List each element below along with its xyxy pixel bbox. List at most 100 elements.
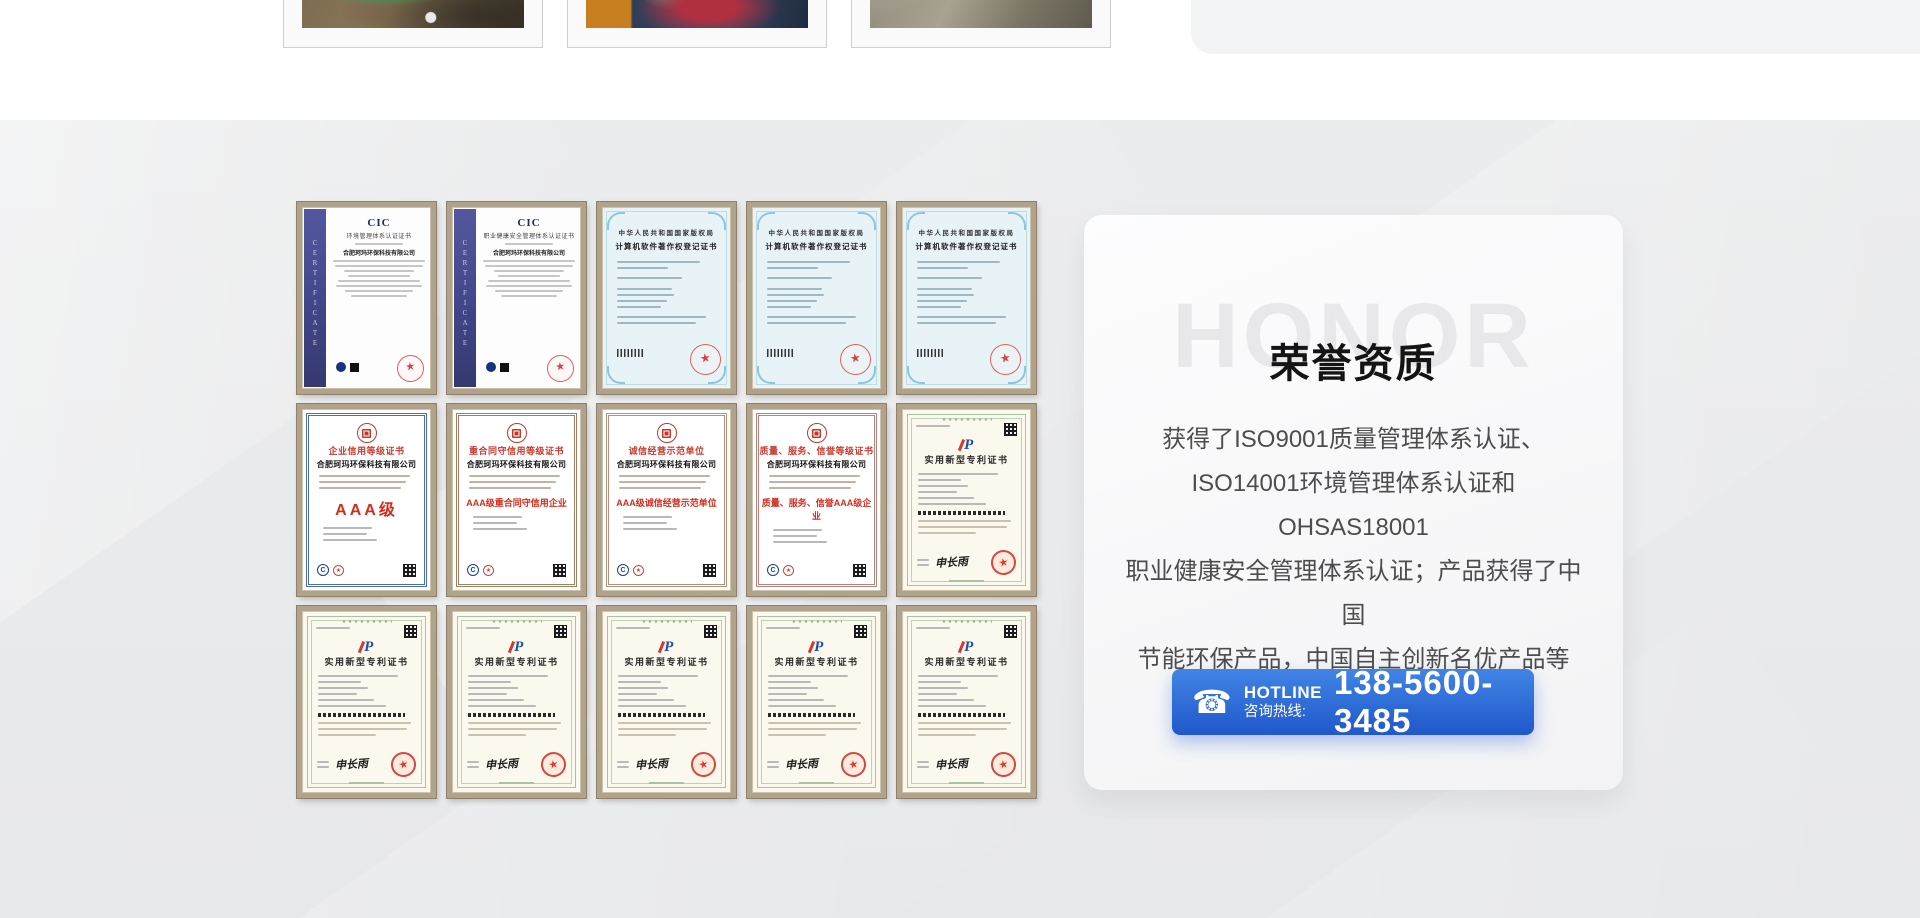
certificate-patent[interactable]: P 实用新型专利证书 申长雨 ★ [297, 606, 436, 798]
project-photo-card[interactable] [567, 0, 827, 48]
certificate-paragraph-lines [318, 722, 415, 736]
certificate-software-copyright[interactable]: 中华人民共和国国家版权局 计算机软件著作权登记证书 ★ [747, 202, 886, 394]
certificate-signature-row: 申长雨 ★ [467, 751, 566, 777]
certificate-text-lines [319, 475, 414, 488]
cnipa-logo-icon: P [758, 638, 875, 654]
certificate-body: CIC 环境管理体系认证证书 合肥珂玛环保科技有限公司 ★ [330, 213, 428, 386]
qr-code-icon [703, 564, 716, 577]
certificate-patent[interactable]: P 实用新型专利证书 申长雨 ★ [597, 606, 736, 798]
certificate-title: 实用新型专利证书 [908, 655, 1025, 668]
certificate-brand: CIC [330, 217, 428, 229]
barcode-icon [617, 349, 643, 357]
project-photo-card[interactable] [851, 0, 1111, 48]
certificate-body: P 实用新型专利证书 申长雨 ★ [757, 616, 876, 788]
certificate-cic[interactable]: CERTIFICATE CIC 环境管理体系认证证书 合肥珂玛环保科技有限公司 … [297, 202, 436, 394]
certificate-software-copyright[interactable]: 中华人民共和国国家版权局 计算机软件著作权登记证书 ★ [597, 202, 736, 394]
credit-logo-icon: C [317, 564, 329, 576]
certificate-paragraph-lines [918, 722, 1015, 736]
certificate-signature-row: 申长雨 ★ [917, 549, 1016, 575]
construction-photo [870, 0, 1092, 28]
certificate-text-lines [918, 675, 1015, 707]
certificate-text-lines [318, 675, 415, 707]
corner-ornament-icon [1008, 212, 1026, 230]
star-seal-icon: ★ [633, 565, 644, 576]
certificate-patent[interactable]: P 实用新型专利证书 申长雨 ★ [747, 606, 886, 798]
certificate-title: 计算机软件著作权登记证书 [902, 241, 1031, 252]
certificate-number-line [616, 627, 650, 629]
certificate-body: P 实用新型专利证书 申长雨 ★ [307, 616, 426, 788]
certificate-credit[interactable]: 企业信用等级证书 合肥珂玛环保科技有限公司 AAA级 C ★ [297, 404, 436, 596]
certificate-title: 企业信用等级证书 [309, 446, 424, 456]
certificate-company: 合肥珂玛环保科技有限公司 [609, 459, 724, 470]
certificate-number-line [466, 627, 500, 629]
red-seal-icon: ★ [989, 749, 1019, 779]
certificate-grade: AAA级诚信经营示范单位 [609, 496, 724, 509]
certificate-text-lines [918, 473, 1015, 505]
certificate-patent[interactable]: P 实用新型专利证书 申长雨 ★ [897, 606, 1036, 798]
certificate-header [466, 625, 567, 638]
certificate-title: 质量、服务、信誉等级证书 [759, 446, 874, 456]
signature-label-lines [617, 758, 629, 771]
hotline-label-zh: 咨询热线: [1244, 704, 1322, 721]
certificate-credit[interactable]: 质量、服务、信誉等级证书 合肥珂玛环保科技有限公司 质量、服务、信誉AAA级企业… [747, 404, 886, 596]
certificate-credit[interactable]: 诚信经营示范单位 合肥珂玛环保科技有限公司 AAA级诚信经营示范单位 C ★ [597, 404, 736, 596]
certificate-text-lines [468, 675, 565, 707]
certificate-paragraph-lines [768, 722, 865, 736]
red-emblem-icon [807, 423, 827, 443]
signature-label-lines [917, 758, 929, 771]
red-emblem-icon [357, 423, 377, 443]
certificate-brand: CIC [480, 217, 578, 229]
certificate-credit[interactable]: 重合同守信用等级证书 合肥珂玛环保科技有限公司 AAA级重合同守信用企业 C ★ [447, 404, 586, 596]
certificate-patent[interactable]: P 实用新型专利证书 申长雨 ★ [447, 606, 586, 798]
certificate-body: 企业信用等级证书 合肥珂玛环保科技有限公司 AAA级 C ★ [306, 413, 427, 587]
certificate-body: 质量、服务、信誉等级证书 合肥珂玛环保科技有限公司 质量、服务、信誉AAA级企业… [756, 413, 877, 587]
certificate-text-lines [619, 475, 714, 488]
cnipa-logo-icon: P [608, 638, 725, 654]
qr-code-icon [704, 625, 717, 638]
certificate-software-copyright[interactable]: 中华人民共和国国家版权局 计算机软件著作权登记证书 ★ [897, 202, 1036, 394]
hotline-button[interactable]: ☎ HOTLINE 咨询热线: 138-5600-3485 [1172, 669, 1534, 735]
qr-code-icon [854, 625, 867, 638]
certificate-paragraph-lines [468, 722, 565, 736]
cic-round-logo-icon [486, 362, 496, 372]
red-seal-icon: ★ [689, 749, 719, 779]
qr-code-icon [554, 625, 567, 638]
qr-code-icon [853, 564, 866, 577]
commissioner-signature: 申长雨 [784, 755, 818, 773]
certificate-title: 环境管理体系认证证书 [330, 231, 428, 240]
certificate-text-lines [330, 260, 428, 297]
honor-section: CERTIFICATE CIC 环境管理体系认证证书 合肥珂玛环保科技有限公司 … [0, 120, 1920, 918]
certificate-number-line [916, 425, 950, 427]
certificate-side-band: CERTIFICATE [454, 209, 476, 387]
certificate-signature-row: 申长雨 ★ [917, 751, 1016, 777]
certificate-body: P 实用新型专利证书 申长雨 ★ [907, 616, 1026, 788]
certificate-header [316, 625, 417, 638]
corner-ornament-icon [757, 212, 775, 230]
red-seal-icon: ★ [989, 547, 1019, 577]
certificate-signature-row: 申长雨 ★ [767, 751, 866, 777]
section-title: 荣誉资质 [1084, 331, 1623, 389]
hotline-label-en: HOTLINE [1244, 683, 1322, 703]
barcode-icon [768, 713, 855, 717]
red-seal-icon: ★ [539, 749, 569, 779]
certificate-text-lines [618, 675, 715, 707]
red-emblem-icon [657, 423, 677, 443]
commissioner-signature: 申长雨 [334, 755, 368, 773]
barcode-icon [468, 713, 555, 717]
page: CERTIFICATE CIC 环境管理体系认证证书 合肥珂玛环保科技有限公司 … [0, 0, 1920, 918]
certificate-text-lines [769, 475, 864, 488]
certificate-title: 计算机软件著作权登记证书 [602, 241, 731, 252]
qr-code-icon [500, 363, 509, 372]
certificate-body: CIC 职业健康安全管理体系认证证书 合肥珂玛环保科技有限公司 ★ [480, 213, 578, 386]
corner-ornament-icon [607, 366, 625, 384]
qr-code-icon [403, 564, 416, 577]
commissioner-signature: 申长雨 [934, 553, 968, 571]
certificate-cic[interactable]: CERTIFICATE CIC 职业健康安全管理体系认证证书 合肥珂玛环保科技有… [447, 202, 586, 394]
certificate-patent[interactable]: P 实用新型专利证书 申长雨 ★ [897, 404, 1036, 596]
certificate-number-line [766, 627, 800, 629]
certificate-title: 实用新型专利证书 [758, 655, 875, 668]
commissioner-signature: 申长雨 [634, 755, 668, 773]
certificate-signature-row: 申长雨 ★ [317, 751, 416, 777]
corner-ornament-icon [607, 212, 625, 230]
project-photo-card[interactable] [283, 0, 543, 48]
